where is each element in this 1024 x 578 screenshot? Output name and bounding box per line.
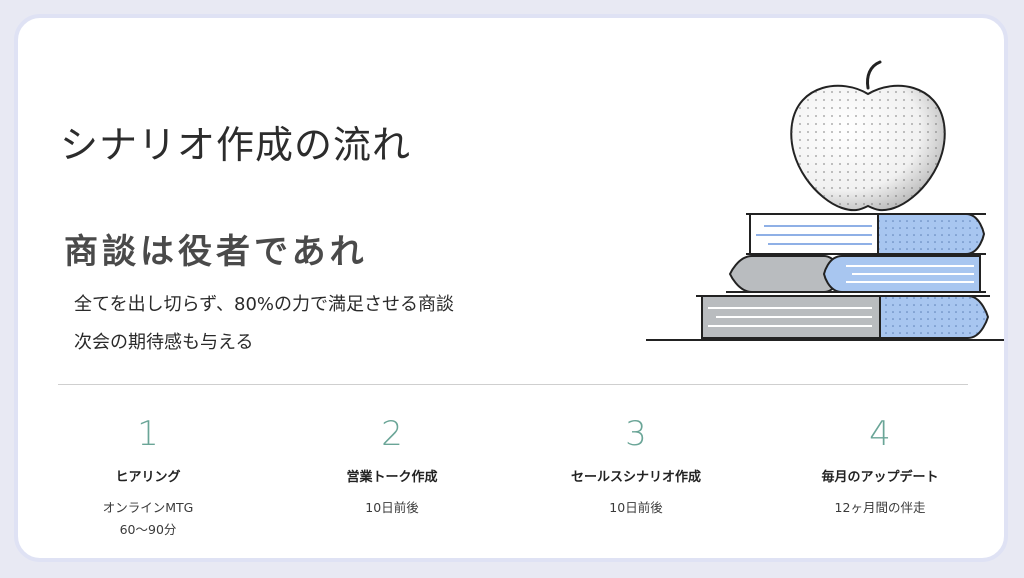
slide: シナリオ作成の流れ 商談は役者であれ 全てを出し切らず、80%の力で満足させる商… bbox=[14, 14, 1008, 562]
step-title: ヒアリング bbox=[115, 470, 181, 485]
step-number: 3 bbox=[625, 414, 647, 454]
description-line-2: 次会の期待感も与える bbox=[74, 332, 254, 353]
description-line-1: 全てを出し切らず、80%の力で満足させる商談 bbox=[74, 294, 455, 315]
book-middle bbox=[726, 255, 986, 293]
divider bbox=[58, 384, 968, 385]
step-desc: オンラインMTG 60〜90分 bbox=[48, 497, 248, 541]
step-2: 2 営業トーク作成 10日前後 bbox=[292, 414, 492, 519]
step-desc-line: 10日前後 bbox=[609, 500, 663, 515]
step-desc-line: 12ヶ月間の伴走 bbox=[834, 500, 926, 515]
step-title: 営業トーク作成 bbox=[346, 470, 438, 485]
book-top bbox=[746, 213, 986, 255]
apple-icon bbox=[790, 60, 946, 212]
step-desc-line: 60〜90分 bbox=[119, 522, 177, 537]
step-desc-line: 10日前後 bbox=[365, 500, 419, 515]
book-bottom bbox=[696, 295, 990, 339]
subtitle: 商談は役者であれ bbox=[64, 232, 368, 272]
page-title: シナリオ作成の流れ bbox=[60, 123, 412, 167]
step-1: 1 ヒアリング オンラインMTG 60〜90分 bbox=[48, 414, 248, 541]
step-desc-line: オンラインMTG bbox=[102, 500, 194, 515]
step-4: 4 毎月のアップデート 12ヶ月間の伴走 bbox=[780, 414, 980, 519]
step-number: 4 bbox=[869, 414, 891, 454]
apple-on-books-icon bbox=[646, 60, 1004, 341]
step-title: 毎月のアップデート bbox=[821, 470, 939, 485]
step-desc: 12ヶ月間の伴走 bbox=[780, 497, 980, 519]
step-number: 1 bbox=[137, 414, 159, 454]
step-3: 3 セールスシナリオ作成 10日前後 bbox=[536, 414, 736, 519]
step-desc: 10日前後 bbox=[536, 497, 736, 519]
steps-row: 1 ヒアリング オンラインMTG 60〜90分 2 営業トーク作成 10日前後 … bbox=[18, 414, 1004, 554]
step-number: 2 bbox=[381, 414, 403, 454]
step-title: セールスシナリオ作成 bbox=[570, 470, 701, 485]
step-desc: 10日前後 bbox=[292, 497, 492, 519]
